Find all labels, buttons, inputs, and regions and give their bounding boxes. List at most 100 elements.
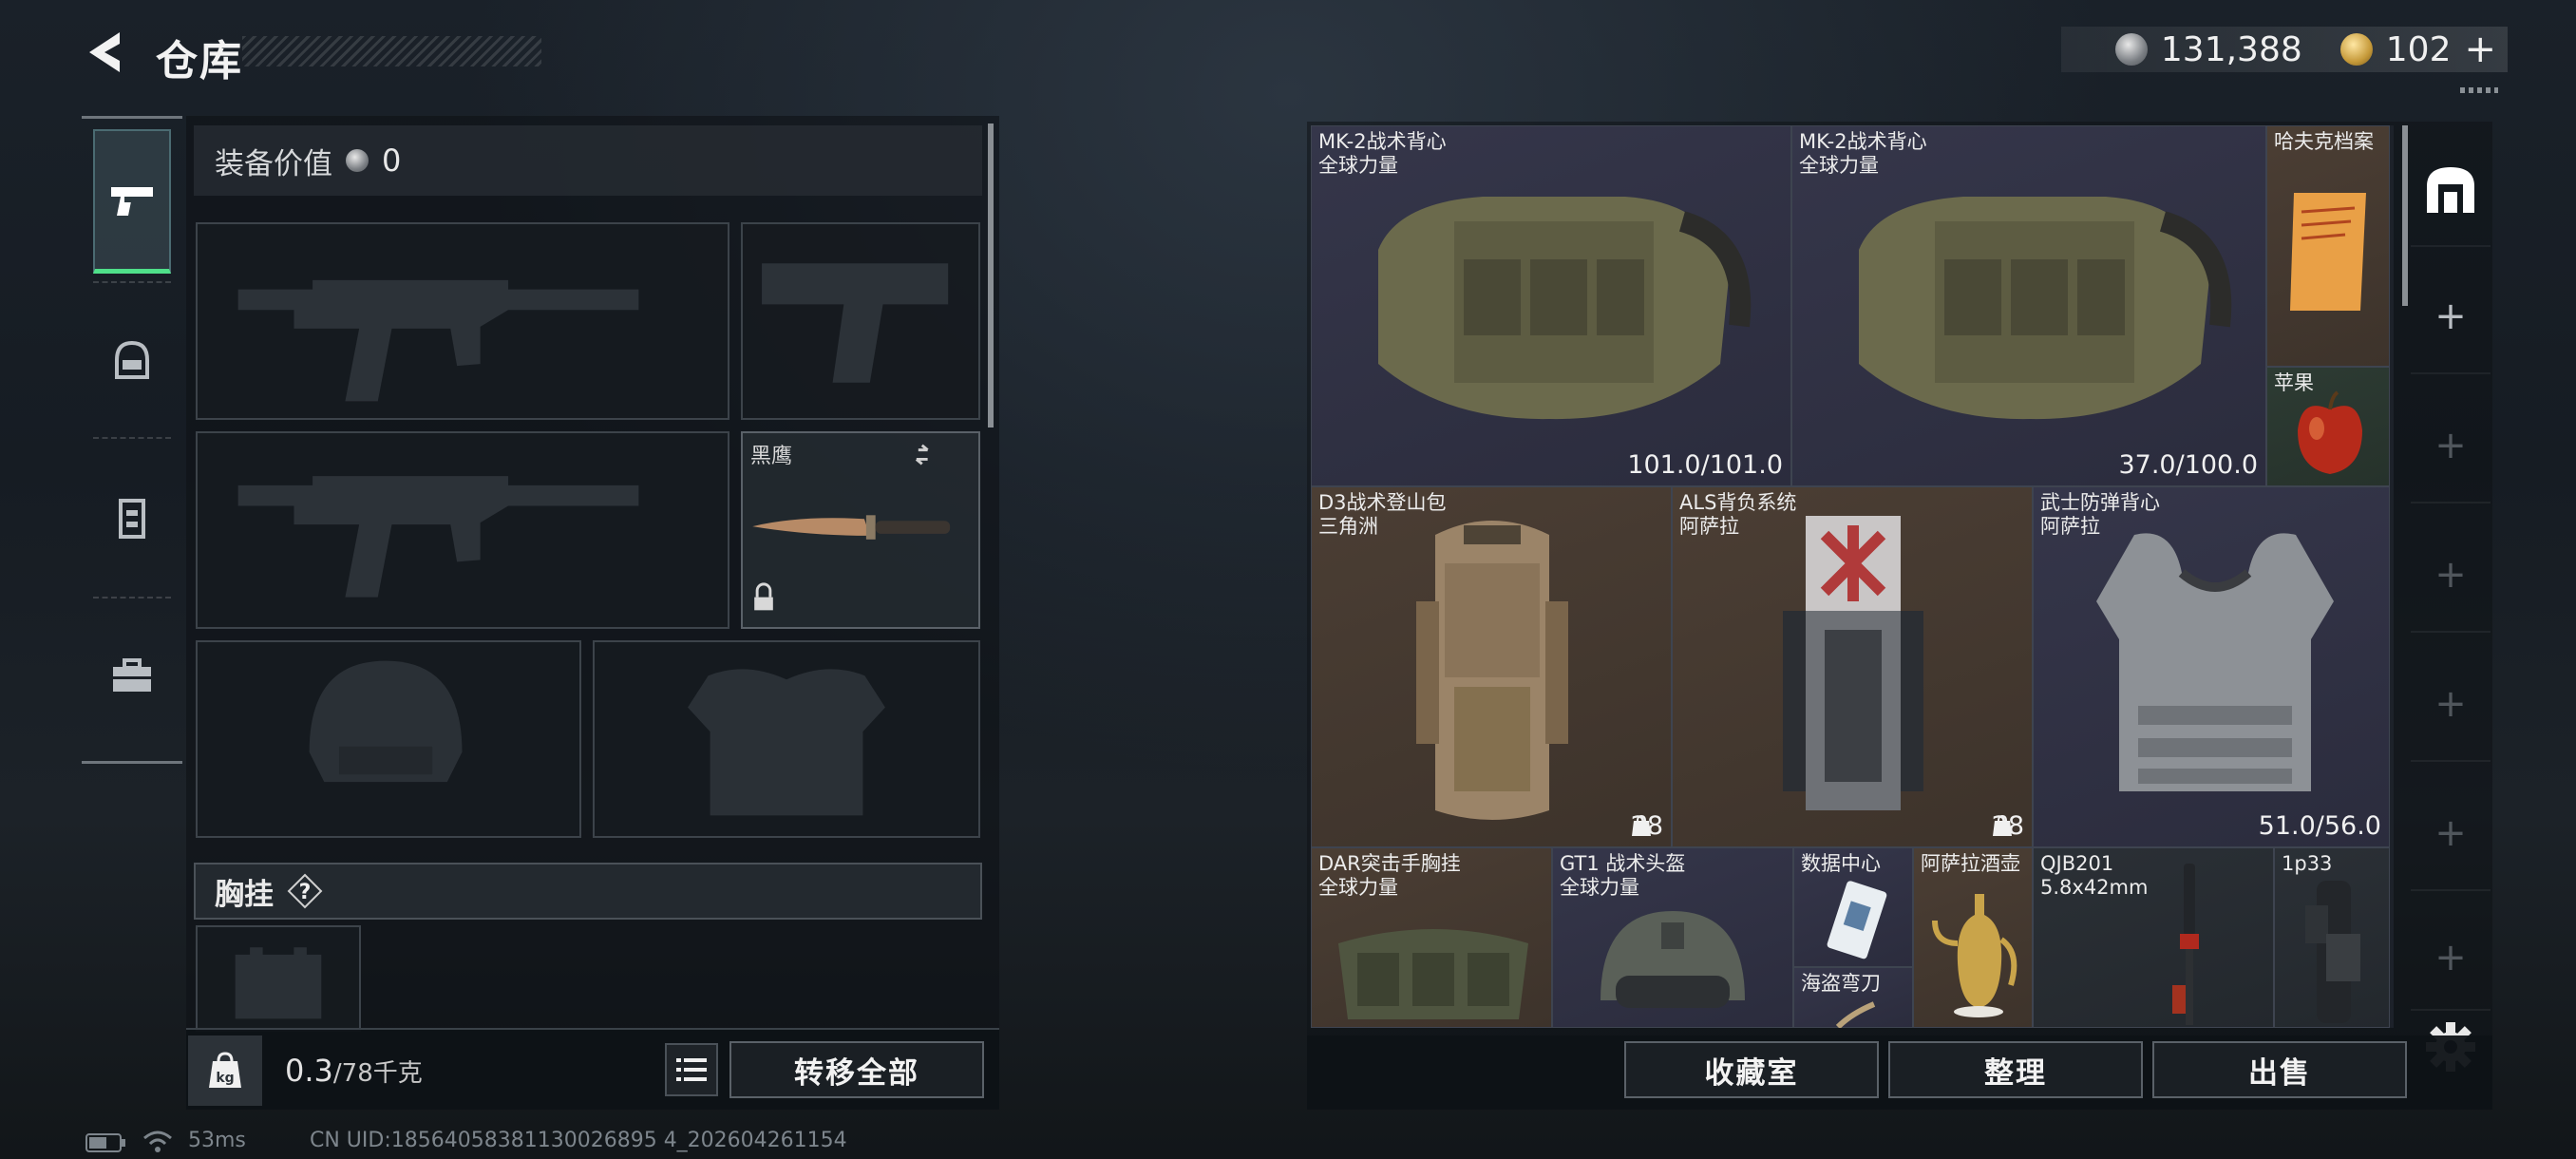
network-latency: 53ms — [188, 1129, 246, 1152]
stash-item[interactable]: MK-2战术背心 全球力量 37.0/100.0 — [1791, 125, 2266, 486]
weight-icon-box: kg — [188, 1036, 262, 1106]
helmet-silhouette-icon — [309, 660, 463, 783]
stash-scrollbar[interactable] — [2402, 125, 2408, 306]
loadout-scrollbar[interactable] — [988, 124, 994, 428]
capacity-icon — [1992, 814, 2012, 836]
gold-coin-icon — [2339, 33, 2373, 66]
chest-rig-label: 胸挂 — [215, 877, 274, 912]
item-name: 海盗弯刀 — [1801, 972, 1881, 995]
silver-coin-icon — [346, 149, 369, 172]
equipment-value-label: 装备价值 — [215, 146, 332, 181]
tab-divider — [93, 281, 171, 283]
stash-item[interactable]: MK-2战术背心 全球力量 101.0/101.0 — [1311, 125, 1791, 486]
tab-gear[interactable] — [93, 604, 171, 749]
stash-item[interactable]: GT1 战术头盔 全球力量 — [1552, 847, 1793, 1028]
stash-item[interactable]: 武士防弹背心 阿萨拉 51.0/56.0 — [2033, 486, 2390, 847]
user-id: CN UID:18564058381130026895 4_2026042611… — [310, 1129, 847, 1152]
list-view-button[interactable] — [665, 1043, 718, 1096]
gold-coin-balance: 102 — [2385, 29, 2452, 69]
carry-weight: 0.3/78千克 — [285, 1053, 423, 1089]
item-subtitle: 5.8x42mm — [2040, 876, 2149, 899]
item-durability: 37.0/100.0 — [2118, 450, 2258, 480]
sell-button[interactable]: 出售 — [2152, 1041, 2407, 1098]
stash-item[interactable]: 海盗弯刀 — [1793, 967, 1913, 1028]
help-icon-glyph: ? — [299, 881, 312, 904]
pistol-silhouette-icon — [762, 263, 949, 383]
stash-item[interactable]: 数据中心 — [1793, 847, 1913, 967]
sidearm-slot[interactable] — [741, 222, 980, 420]
melee-slot[interactable]: 黑鹰 — [741, 431, 980, 629]
list-icon — [676, 1058, 707, 1081]
silver-coin-balance: 131,388 — [2160, 29, 2302, 69]
back-icon[interactable] — [82, 28, 129, 76]
tactical-vest-icon — [1859, 197, 2232, 420]
helmet-icon — [1601, 911, 1745, 1008]
item-name: 哈夫克档案 — [2274, 130, 2374, 153]
vest-silhouette-icon — [688, 669, 885, 816]
transfer-all-button[interactable]: 转移全部 — [729, 1041, 984, 1098]
item-name: DAR突击手胸挂 — [1318, 852, 1461, 875]
equipment-value: 0 — [382, 142, 402, 179]
tactical-vest-icon — [1378, 197, 1752, 420]
help-icon[interactable]: ? — [287, 873, 323, 909]
apple-icon — [2298, 390, 2362, 474]
stash-item[interactable]: 哈夫克档案 — [2266, 125, 2390, 367]
locked-stash-page[interactable]: + — [2411, 648, 2491, 762]
locked-stash-page[interactable]: + — [2411, 777, 2491, 891]
body-armor-slot[interactable] — [593, 640, 980, 838]
locked-stash-page[interactable]: + — [2411, 519, 2491, 633]
stash-item[interactable]: DAR突击手胸挂 全球力量 — [1311, 847, 1552, 1028]
primary-weapon-slot[interactable] — [196, 222, 729, 420]
stash-icon — [2427, 167, 2474, 213]
page-title: 仓库 — [156, 37, 243, 86]
item-name: GT1 战术头盔 — [1560, 852, 1686, 875]
currency-bar: 131,388 102 + — [2061, 27, 2508, 72]
stash-item[interactable]: D3战术登山包三角洲 28 — [1311, 486, 1672, 847]
chest-rig-slot[interactable] — [196, 925, 361, 1032]
stash-item[interactable]: 苹果 — [2266, 367, 2390, 486]
knife-icon — [752, 444, 951, 611]
item-name: 数据中心 — [1801, 852, 1881, 875]
helmet-icon — [115, 340, 149, 379]
stash-item[interactable]: QJB201 5.8x42mm — [2033, 847, 2274, 1028]
sort-button[interactable]: 整理 — [1888, 1041, 2143, 1098]
tab-divider — [93, 597, 171, 598]
rifle-silhouette-icon — [237, 476, 639, 598]
helmet-slot[interactable] — [196, 640, 581, 838]
stash-tab[interactable] — [2411, 133, 2491, 247]
svg-text:kg: kg — [216, 1071, 234, 1086]
stash-item[interactable]: 1p33 — [2274, 847, 2390, 1028]
decoration-dots — [2460, 87, 2498, 93]
tab-weapons[interactable] — [93, 129, 171, 274]
secondary-weapon-slot[interactable] — [196, 431, 729, 629]
add-currency-button[interactable]: + — [2464, 30, 2496, 68]
stash-item[interactable]: ALS背负系统阿萨拉 28 — [1672, 486, 2033, 847]
tab-headgear[interactable] — [93, 289, 171, 433]
tab-armor[interactable] — [93, 446, 171, 591]
locked-stash-page[interactable]: + — [2411, 906, 2491, 1011]
backpack-icon — [1416, 521, 1568, 820]
body-armor-icon — [2096, 533, 2334, 791]
item-name: 武士防弹背心 — [2040, 491, 2160, 514]
item-subtitle: 全球力量 — [1318, 876, 1398, 899]
document-folder-icon — [2290, 193, 2366, 311]
item-name: MK-2战术背心 — [1799, 130, 1927, 153]
backpack-icon — [1783, 516, 1923, 810]
stash-grid: MK-2战术背心 全球力量 101.0/101.0 MK-2战术背心 全球力量 37… — [1311, 125, 2394, 1028]
add-stash-page-button[interactable]: + — [2411, 260, 2491, 374]
capacity-icon — [1631, 814, 1651, 836]
collection-room-button[interactable]: 收藏室 — [1624, 1041, 1879, 1098]
access-card-icon — [1827, 881, 1887, 960]
flask-icon — [1932, 894, 2017, 1017]
locked-stash-page[interactable]: + — [2411, 390, 2491, 504]
battery-icon — [85, 1132, 127, 1157]
equipment-value-bar: 装备价值 0 — [194, 125, 982, 196]
chest-rig-icon — [1338, 929, 1528, 1019]
chest-rig-section-header: 胸挂 ? — [194, 863, 982, 920]
silver-coin-icon — [2114, 33, 2148, 66]
sabre-icon — [1835, 1001, 1876, 1028]
vest-icon — [119, 499, 145, 539]
stash-item[interactable]: 阿萨拉酒壶 — [1913, 847, 2033, 1028]
weight-max: /78千克 — [332, 1059, 423, 1088]
pistol-icon — [111, 186, 153, 216]
